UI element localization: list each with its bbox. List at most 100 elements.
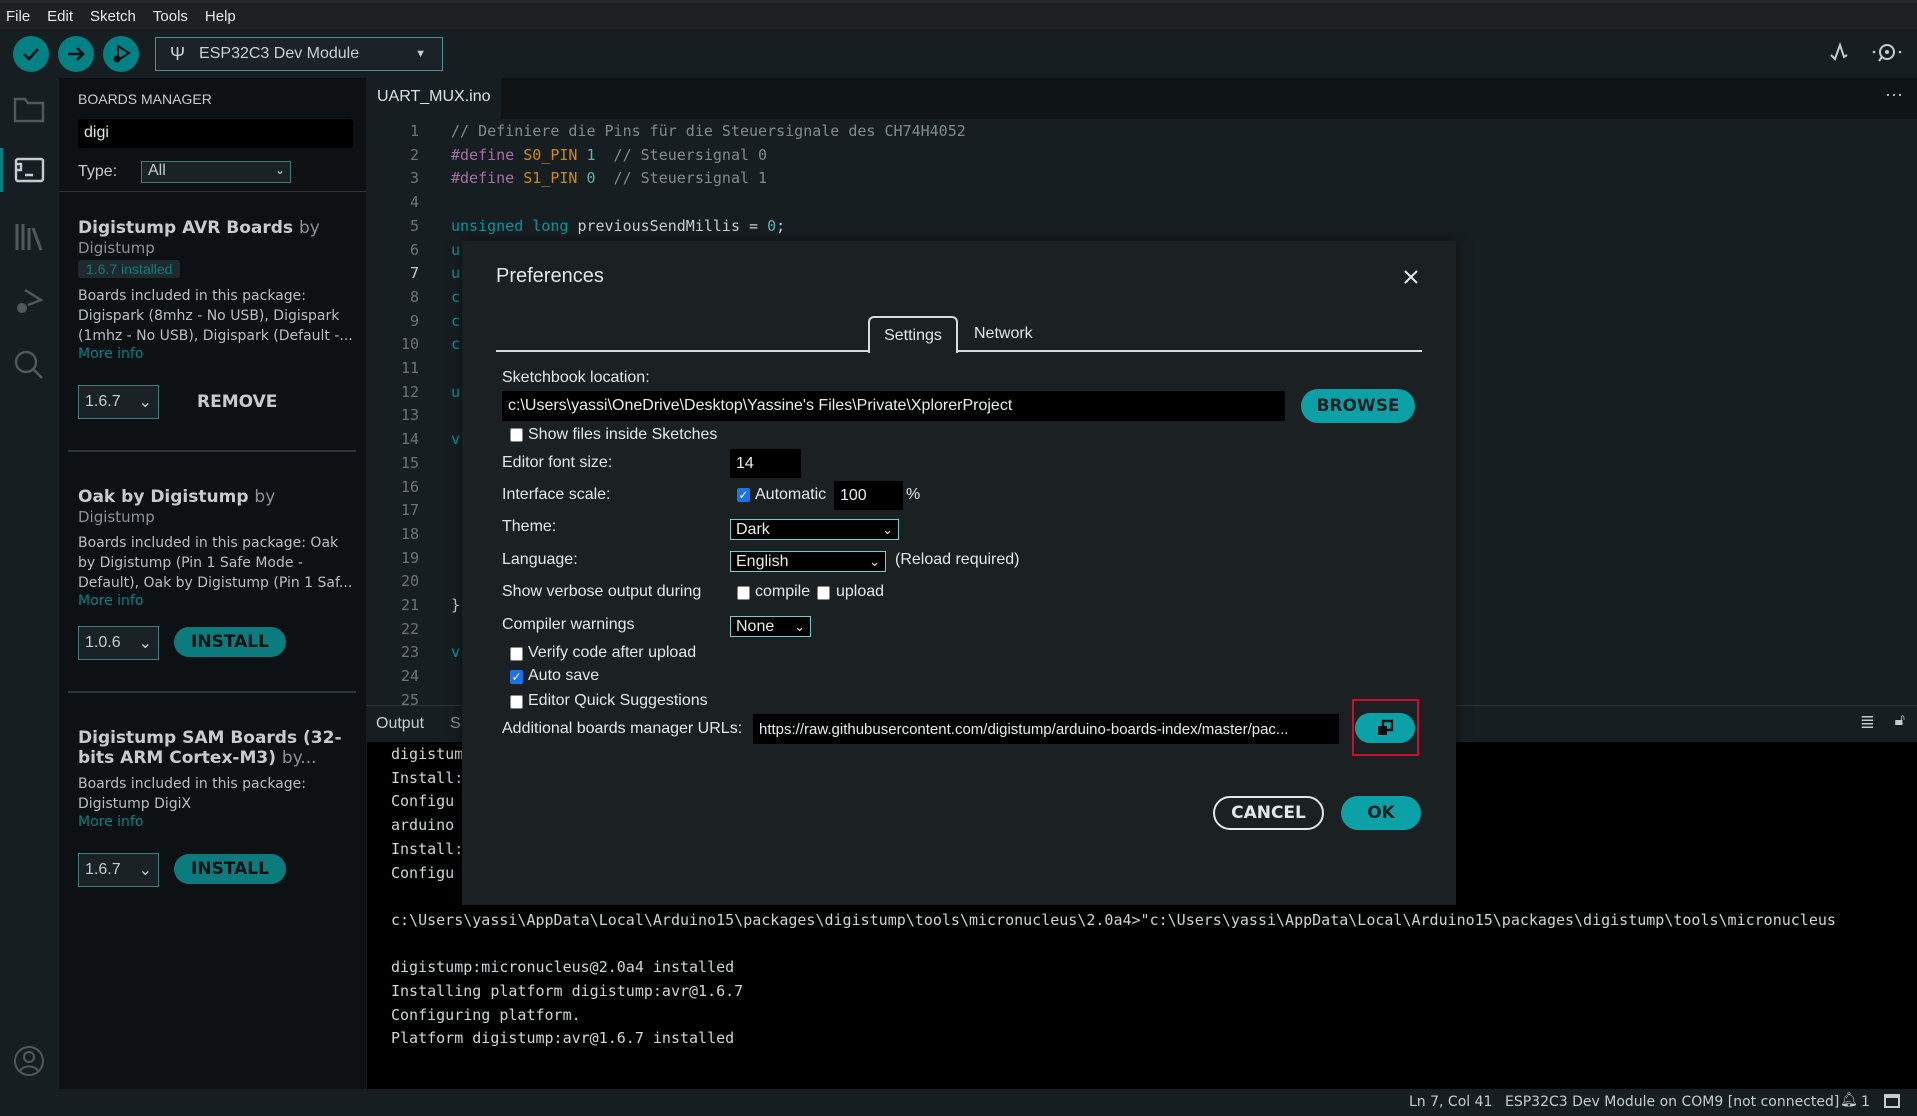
code-token: // Steuersignal 0 [595, 145, 768, 164]
board-search-input[interactable]: digi [78, 119, 353, 148]
board-card-digistump-sam: Digistump SAM Boards (32- bits ARM Corte… [78, 728, 358, 830]
line-number: 17 [400, 501, 419, 520]
browse-button[interactable]: BROWSE [1301, 389, 1415, 423]
clear-output-icon[interactable]: ≣ [1860, 712, 1875, 733]
cancel-button[interactable]: CANCEL [1213, 796, 1324, 830]
verbose-compile-checkbox[interactable] [737, 586, 750, 600]
debug-button[interactable] [103, 36, 139, 72]
line-number: 9 [409, 311, 419, 330]
menu-sketch[interactable]: Sketch [90, 8, 145, 25]
check-icon [23, 48, 39, 61]
line-number: 10 [400, 335, 419, 354]
board-name: ESP32C3 Dev Module [199, 45, 360, 62]
line-number: 11 [400, 359, 419, 377]
type-select[interactable]: All ⌄ [141, 161, 291, 183]
tab-settings[interactable]: Settings [868, 316, 958, 353]
account-button[interactable] [12, 1044, 46, 1078]
board-status[interactable]: ESP32C3 Dev Module on COM9 [not connecte… [1505, 1094, 1839, 1110]
menu-help[interactable]: Help [205, 8, 245, 25]
code-token: 0 [767, 216, 777, 235]
divider [59, 191, 366, 192]
output-line: Configu [391, 863, 455, 882]
quick-suggestions-checkbox[interactable] [510, 695, 523, 709]
library-manager-button[interactable] [12, 220, 46, 254]
upload-button[interactable] [58, 36, 94, 72]
debug-icon [113, 44, 131, 63]
version-select[interactable]: 1.6.7 ⌄ [78, 853, 159, 887]
code-line: unsigned long previousSendMillis = 0; [451, 217, 785, 235]
type-label: Type: [78, 163, 118, 180]
code-line: #define S0_PIN 1 // Steuersignal 0 [451, 146, 767, 164]
auto-save-checkbox[interactable]: ✓ [510, 670, 523, 684]
remove-button[interactable]: REMOVE [197, 392, 277, 412]
automatic-checkbox[interactable]: ✓ [737, 488, 750, 502]
additional-urls-input[interactable]: https://raw.githubusercontent.com/digist… [753, 714, 1339, 744]
code-token: S1_PIN [523, 169, 587, 188]
verbose-label: Show verbose output during [502, 583, 702, 600]
code-line: } [451, 596, 460, 614]
code-token: } [451, 596, 461, 614]
tab-uart-mux[interactable]: UART_MUX.ino [367, 78, 501, 119]
tab-serial[interactable]: S [450, 715, 461, 733]
board-author: Digistump [78, 239, 155, 257]
serial-plotter-icon[interactable] [1828, 40, 1854, 66]
code-token: u [451, 382, 461, 401]
output-line: Configu [391, 792, 455, 811]
sketchbook-location-input[interactable]: c:\Users\yassi\OneDrive\Desktop\Yassine'… [502, 391, 1285, 421]
cursor-position[interactable]: Ln 7, Col 41 [1409, 1094, 1492, 1110]
more-info-link[interactable]: More info [78, 593, 358, 609]
toggle-panel-icon[interactable] [1884, 1094, 1900, 1108]
code-line: // Definiere die Pins für die Steuersign… [451, 122, 966, 140]
theme-label: Theme: [502, 518, 557, 535]
notification-count: 1 [1861, 1094, 1870, 1110]
edit-urls-button[interactable] [1355, 713, 1415, 743]
version-value: 1.6.7 [85, 393, 121, 410]
version-select[interactable]: 1.0.6 ⌄ [78, 626, 159, 660]
auto-save-label: Auto save [528, 667, 600, 684]
interface-scale-input[interactable]: 100 [834, 481, 903, 510]
board-title: Digistump SAM Boards (32- [78, 728, 342, 748]
code-token: // Definiere die Pins für die Steuersign… [451, 122, 966, 140]
more-info-link[interactable]: More info [78, 814, 358, 830]
ok-button[interactable]: OK [1341, 796, 1421, 830]
boards-manager-button[interactable] [12, 153, 46, 187]
debug-panel-button[interactable] [12, 284, 46, 318]
sketchbook-button[interactable] [12, 92, 46, 126]
more-options-icon[interactable]: ··· [1885, 84, 1903, 105]
account-icon [14, 1046, 44, 1076]
close-icon[interactable] [1403, 269, 1419, 285]
output-line: Installing platform digistump:avr@1.6.7 [391, 982, 744, 1000]
install-button[interactable]: INSTALL [174, 854, 286, 884]
menu-tools[interactable]: Tools [153, 8, 197, 25]
version-select[interactable]: 1.6.7 ⌄ [78, 385, 159, 419]
output-line: digistum [391, 745, 464, 763]
open-window-icon [1378, 719, 1394, 735]
lock-scroll-icon[interactable]: 🔓︎ [1895, 712, 1905, 730]
compiler-warnings-select[interactable]: None ⌄ [730, 616, 811, 637]
search-button[interactable] [12, 348, 46, 382]
more-info-link[interactable]: More info [78, 346, 358, 362]
preferences-dialog: Preferences Settings Network Sketchbook … [462, 241, 1456, 905]
notification-bell-icon[interactable]: 🔔︎ [1840, 1092, 1858, 1108]
tab-output[interactable]: Output [376, 715, 424, 733]
install-button[interactable]: INSTALL [174, 627, 286, 657]
line-number: 24 [400, 667, 419, 686]
serial-monitor-icon[interactable] [1870, 40, 1904, 66]
code-token: ; [776, 216, 786, 235]
chevron-down-icon: ▼ [415, 48, 426, 60]
board-description: Default), Oak by Digistump (Pin 1 Saf... [78, 575, 353, 591]
theme-select[interactable]: Dark ⌄ [730, 519, 899, 540]
verify-label: Verify code after upload [528, 644, 697, 661]
board-author: Digistump [78, 508, 155, 526]
board-selector[interactable]: Ψ ESP32C3 Dev Module ▼ [155, 37, 443, 71]
font-size-input[interactable]: 14 [730, 449, 801, 478]
verify-button[interactable] [13, 36, 49, 72]
verify-after-upload-checkbox[interactable] [510, 647, 523, 661]
language-select[interactable]: English ⌄ [730, 551, 886, 572]
tab-network[interactable]: Network [974, 325, 1033, 343]
chevron-down-icon: ⌄ [794, 618, 805, 634]
menu-file[interactable]: File [6, 8, 39, 25]
show-files-checkbox[interactable] [510, 428, 523, 442]
verbose-upload-checkbox[interactable] [817, 586, 830, 600]
menu-edit[interactable]: Edit [47, 8, 82, 25]
